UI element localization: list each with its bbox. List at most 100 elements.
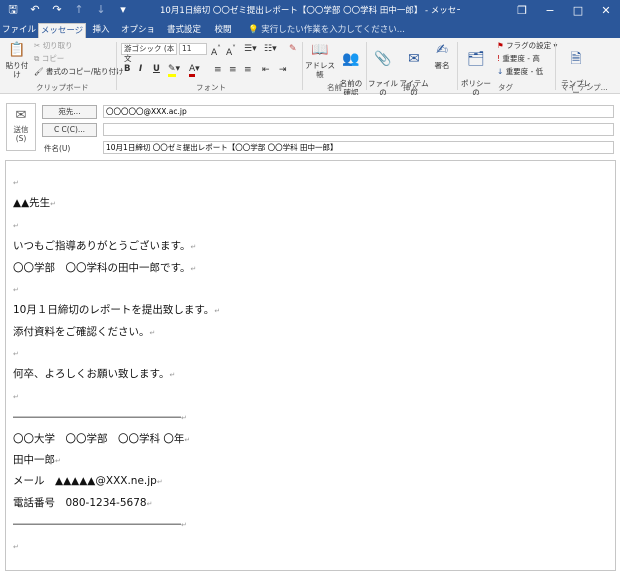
check-names-icon: 👥 [342,51,360,67]
signature-icon: ✍ [436,42,448,58]
align-right-icon[interactable]: ≡ [244,65,252,75]
body-line: メール ▲▲▲▲▲@XXX.ne.jp↵ [13,475,163,487]
down-icon[interactable]: ↓ [94,3,108,17]
numbering-icon[interactable]: ☷▾ [264,44,277,54]
body-line: ↵ [13,222,19,230]
format-painter-label: 書式のコピー/貼り付け [45,67,124,76]
shrink-font-icon[interactable]: A˅ [226,44,236,58]
copy-label: コピー [41,54,65,63]
copy-icon: ⧉ [34,54,40,63]
address-book-button[interactable]: 📖 アドレス帳 [305,41,335,79]
increase-indent-icon[interactable]: ⇥ [279,65,287,75]
template-icon: 🗎 [570,51,582,67]
scissors-icon: ✂ [34,41,41,50]
brush-icon: 🖌 [34,67,44,76]
close-button[interactable]: ✕ [592,0,620,22]
tell-me-box[interactable]: 💡 実行したい作業を入力してください... [248,23,405,38]
low-importance-button[interactable]: ↓ 重要度 - 低 [497,67,543,77]
minimize-button[interactable]: − [536,0,564,22]
clipboard-group-label: クリップボード [36,83,89,92]
tab-message[interactable]: メッセージ [38,23,86,38]
signature-button[interactable]: ✍ 署名 [431,41,453,70]
subject-field[interactable]: 10月1日締切 〇〇ゼミ提出レポート【〇〇学部 〇〇学科 田中一郎】 [103,141,614,154]
body-line: 〇〇大学 〇〇学部 〇〇学科 〇年↵ [13,433,191,445]
align-center-icon[interactable]: ≡ [229,65,237,75]
ribbon-divider [457,42,458,90]
font-color-icon[interactable]: A▾ [189,64,200,77]
cc-field[interactable] [103,123,614,136]
flag-icon: ⚑ [497,41,504,50]
highlight-icon[interactable]: ✎▾ [168,64,180,77]
body-line: ▲▲先生↵ [13,197,57,209]
ribbon: 📋 貼り付け ✂ 切り取り ⧉ コピー 🖌 書式のコピー/貼り付け クリップボー… [0,38,620,106]
quick-access-toolbar: 🖫 ↶ ↷ ↑ ↓ ▾ [6,3,130,17]
cut-button[interactable]: ✂ 切り取り [34,41,73,51]
body-line: 10月１日締切のレポートを提出致します。↵ [13,304,221,316]
paste-button[interactable]: 📋 貼り付け [3,41,31,79]
ribbon-display-icon[interactable]: ❐ [508,0,536,22]
paste-label: 貼り付け [5,61,29,79]
subject-label: 件名(U) [44,144,71,153]
font-group-label: フォント [196,83,226,92]
bold-button[interactable]: B [124,64,130,74]
body-line: 添付資料をご確認ください。↵ [13,326,156,338]
font-size-select[interactable]: 11 [179,43,207,55]
high-importance-label: 重要度 - 高 [502,54,540,63]
ribbon-divider [116,42,117,90]
ribbon-tabs: ファイル メッセージ 挿入 オプション 書式設定 校閲 💡 実行したい作業を入力… [0,22,620,50]
window-title: 10月1日締切 〇〇ゼミ提出レポート【〇〇学部 〇〇学科 田中一郎】 - メッセ… [160,6,460,16]
clear-formatting-icon[interactable]: ✎ [289,44,297,54]
decrease-indent-icon[interactable]: ⇤ [262,65,270,75]
format-painter-button[interactable]: 🖌 書式のコピー/貼り付け [34,67,123,77]
send-label: 送信 (S) [13,125,29,143]
address-book-label: アドレス帳 [305,61,335,79]
body-line: ――――――――――――――――↵ [13,411,187,423]
align-left-icon[interactable]: ≡ [214,65,222,75]
title-bar: 🖫 ↶ ↷ ↑ ↓ ▾ 10月1日締切 〇〇ゼミ提出レポート【〇〇学部 〇〇学科… [0,0,620,22]
body-line: ↵ [13,350,19,358]
to-button[interactable]: 宛先... [42,105,97,119]
lightbulb-icon: 💡 [248,25,259,35]
tell-me-placeholder: 実行したい作業を入力してください... [261,25,405,35]
templates-group-label: マイ テンプ... [561,83,608,92]
message-header: ✉ 送信 (S) 宛先... 〇〇〇〇〇@XXX.ac.jp C C(C)...… [0,95,620,157]
clipboard-icon: 📋 [8,42,26,58]
send-icon: ✉ [15,108,27,123]
body-line: 電話番号 080-1234-5678↵ [13,497,153,509]
envelope-icon: ✉ [408,51,420,67]
tab-format-text[interactable]: 書式設定 [164,23,204,38]
body-line: いつもご指導ありがとうございます。↵ [13,240,197,252]
paperclip-icon: 📎 [374,51,392,67]
message-body[interactable]: ↵ ▲▲先生↵ ↵ いつもご指導ありがとうございます。↵ 〇〇学部 〇〇学科の田… [5,160,616,571]
tab-options[interactable]: オプション [118,23,158,50]
to-field[interactable]: 〇〇〇〇〇@XXX.ac.jp [103,105,614,118]
down-arrow-icon: ↓ [497,67,504,76]
send-button[interactable]: ✉ 送信 (S) [6,103,36,151]
body-line: ――――――――――――――――↵ [13,518,187,530]
follow-up-button[interactable]: ⚑ フラグの設定 ▾ [497,41,557,51]
bullets-icon[interactable]: ☰▾ [244,44,257,54]
tab-file[interactable]: ファイル [2,23,36,38]
font-name-select[interactable]: 游ゴシック (本文 [121,43,177,63]
ribbon-divider [366,42,367,90]
underline-button[interactable]: U [153,64,160,74]
up-icon[interactable]: ↑ [72,3,86,17]
tab-insert[interactable]: 挿入 [88,23,114,38]
ribbon-divider [555,42,556,90]
high-importance-button[interactable]: ! 重要度 - 高 [497,54,540,64]
customize-icon[interactable]: ▾ [116,3,130,17]
include-group-label: 挿入 [403,83,418,92]
low-importance-label: 重要度 - 低 [505,67,544,76]
cut-label: 切り取り [42,41,73,50]
copy-button[interactable]: ⧉ コピー [34,54,64,64]
names-group-label: 名前 [327,83,342,92]
undo-icon[interactable]: ↶ [28,3,42,17]
grow-font-icon[interactable]: A˄ [211,44,221,58]
cc-button[interactable]: C C(C)... [42,123,97,137]
redo-icon[interactable]: ↷ [50,3,64,17]
save-icon[interactable]: 🖫 [6,3,20,17]
maximize-button[interactable]: □ [564,0,592,22]
italic-button[interactable]: I [139,64,142,74]
tab-review[interactable]: 校閲 [210,23,236,38]
address-book-icon: 📖 [311,42,329,58]
